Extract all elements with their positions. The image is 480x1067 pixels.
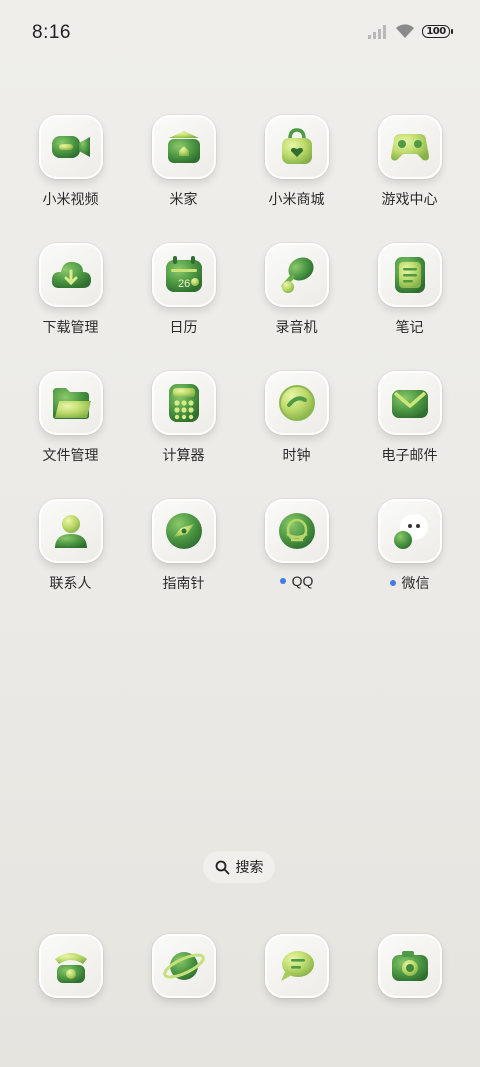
app-label: 指南针 xyxy=(162,575,205,591)
app-email[interactable]: 电子邮件 xyxy=(353,371,466,465)
envelope-icon xyxy=(377,371,442,435)
dock-phone[interactable] xyxy=(14,934,127,998)
new-badge-dot xyxy=(279,578,286,584)
wifi-icon xyxy=(396,24,414,38)
wechat-icon xyxy=(377,499,442,563)
app-label: 小米视频 xyxy=(42,191,99,207)
gamepad-icon xyxy=(377,115,442,179)
new-badge-dot xyxy=(389,580,396,586)
app-game-center[interactable]: 游戏中心 xyxy=(353,115,466,209)
app-label: 联系人 xyxy=(49,575,92,591)
battery-icon: 100 xyxy=(422,25,453,38)
contact-person-icon xyxy=(38,499,103,563)
app-label: QQ xyxy=(279,573,314,589)
messages-icon xyxy=(264,934,329,998)
app-qq[interactable]: QQ xyxy=(240,499,353,593)
status-bar: 8:16 100 xyxy=(0,0,480,68)
shopping-bag-icon xyxy=(264,115,329,179)
app-label: 文件管理 xyxy=(42,447,99,463)
dock-browser[interactable] xyxy=(127,934,240,998)
app-label: 计算器 xyxy=(162,447,205,463)
calculator-icon xyxy=(151,371,216,435)
compass-icon xyxy=(151,499,216,563)
app-label: 游戏中心 xyxy=(381,191,438,207)
phone-icon xyxy=(38,934,103,998)
app-label: 电子邮件 xyxy=(381,447,438,463)
app-xiaomi-mall[interactable]: 小米商城 xyxy=(240,115,353,209)
app-recorder[interactable]: 录音机 xyxy=(240,243,353,337)
dock xyxy=(14,934,466,998)
app-label: 小米商城 xyxy=(268,191,325,207)
app-calendar[interactable]: 26 日历 xyxy=(127,243,240,337)
microphone-icon xyxy=(264,243,329,307)
app-label: 微信 xyxy=(389,573,430,593)
app-file-manager[interactable]: 文件管理 xyxy=(14,371,127,465)
download-cloud-icon xyxy=(38,243,103,307)
browser-planet-icon xyxy=(151,934,216,998)
dock-camera[interactable] xyxy=(353,934,466,998)
app-mijia[interactable]: 米家 xyxy=(127,115,240,209)
calendar-icon: 26 xyxy=(151,243,216,307)
notepad-icon xyxy=(377,243,442,307)
app-calculator[interactable]: 计算器 xyxy=(127,371,240,465)
clock-time: 8:16 xyxy=(32,22,71,43)
calendar-date: 26 xyxy=(178,278,190,290)
clock-icon xyxy=(264,371,329,435)
app-label: 笔记 xyxy=(395,319,424,335)
app-download-manager[interactable]: 下载管理 xyxy=(14,243,127,337)
search-label: 搜索 xyxy=(235,859,264,875)
folder-icon xyxy=(38,371,103,435)
camera-icon xyxy=(377,934,442,998)
app-label: 米家 xyxy=(169,191,198,207)
app-label: 录音机 xyxy=(275,319,318,335)
app-label-text: QQ xyxy=(291,573,314,589)
video-camera-icon xyxy=(38,115,103,179)
app-compass[interactable]: 指南针 xyxy=(127,499,240,593)
qq-icon xyxy=(264,499,329,563)
app-label: 下载管理 xyxy=(42,319,99,335)
app-label-text: 微信 xyxy=(401,575,430,591)
status-icons: 100 xyxy=(368,24,453,39)
smart-home-icon xyxy=(151,115,216,179)
app-clock[interactable]: 时钟 xyxy=(240,371,353,465)
dock-messages[interactable] xyxy=(240,934,353,998)
app-label: 时钟 xyxy=(282,447,311,463)
search-icon xyxy=(215,860,229,874)
app-label: 日历 xyxy=(169,319,198,335)
signal-icon xyxy=(368,24,386,39)
app-contacts[interactable]: 联系人 xyxy=(14,499,127,593)
app-wechat[interactable]: 微信 xyxy=(353,499,466,593)
app-notes[interactable]: 笔记 xyxy=(353,243,466,337)
app-xiaomi-video[interactable]: 小米视频 xyxy=(14,115,127,209)
search-button[interactable]: 搜索 xyxy=(203,851,275,883)
app-grid: 小米视频 米家 小米商城 游戏中心 下载管理 26 日历 录音机 笔记 文件管理… xyxy=(14,115,466,593)
